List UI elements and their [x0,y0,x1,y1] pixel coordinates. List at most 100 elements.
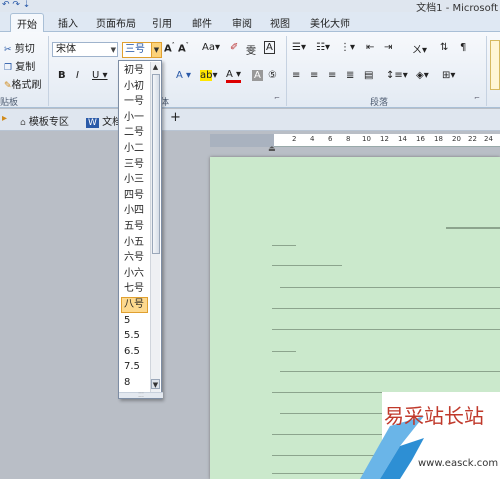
resize-grip[interactable]: ⁚⁚⁚ [119,392,163,399]
ruler-label: 2 [292,135,297,143]
quick-access-toolbar[interactable]: ↶ ↷ ⇣ [2,0,30,10]
justify-button[interactable]: ≣ [346,70,354,81]
ruler-label: 20 [452,135,461,143]
scrollbar-thumb[interactable] [152,74,160,254]
cut-button[interactable]: ✂ 剪切 [4,40,35,55]
highlight-button[interactable]: ab▾ [200,70,218,81]
font-size-option[interactable]: 六号 [119,250,150,266]
chinese-layout-button[interactable]: ㄨ▾ [412,41,427,56]
align-center-button[interactable]: ≡ [310,70,318,81]
ruler-label: 6 [328,135,333,143]
tab-page-layout[interactable]: 页面布局 [96,15,136,30]
text-effects-button[interactable]: A ▾ [176,70,191,81]
bold-button[interactable]: B [58,70,66,81]
tab-mailings[interactable]: 邮件 [192,15,212,30]
multilevel-list-button[interactable]: ⋮▾ [340,42,355,53]
align-left-button[interactable]: ≡ [292,70,300,81]
font-size-option[interactable]: 初号 [119,63,150,79]
font-size-option[interactable]: 6.5 [119,344,150,360]
divider [48,36,49,106]
sort-button[interactable]: ⇅ [440,42,448,53]
align-right-button[interactable]: ≡ [328,70,336,81]
tab-scroll-icon[interactable]: ▸ [2,113,7,124]
increase-indent-button[interactable]: ⇥ [384,42,392,53]
new-tab-button[interactable]: + [170,110,181,125]
decrease-indent-button[interactable]: ⇤ [366,42,374,53]
dropdown-scrollbar[interactable]: ▲ ▼ [150,62,160,397]
tab-review[interactable]: 审阅 [232,15,252,30]
char-border-icon[interactable]: A [264,41,275,54]
shading-button[interactable]: ◈▾ [416,70,429,81]
font-size-dropdown-button[interactable]: ▼ [151,42,162,58]
tab-document[interactable]: W 文档 [86,113,122,128]
font-size-option[interactable]: 七号 [119,281,150,297]
font-size-option[interactable]: 五号 [119,219,150,235]
font-size-option[interactable]: 小四 [119,203,150,219]
change-case-button[interactable]: Aa▾ [202,42,220,53]
shrink-font-button[interactable]: A˅ [178,42,189,54]
styles-gallery[interactable] [490,40,500,90]
font-size-option[interactable]: 四号 [119,188,150,204]
text-line [446,227,500,229]
font-color-button[interactable]: A ▾ [226,70,242,83]
font-size-option[interactable]: 小三 [119,172,150,188]
indent-marker-icon[interactable]: ⏏ [268,144,276,153]
ruler-label: 12 [380,135,389,143]
font-size-option[interactable]: 八号 [121,296,148,313]
distributed-button[interactable]: ▤ [364,70,373,81]
char-shading-icon[interactable]: A [252,70,263,81]
font-size-option[interactable]: 5 [119,313,150,329]
ruler-label: 24 [484,135,493,143]
font-size-option[interactable]: 小六 [119,266,150,282]
text-line [272,245,296,246]
tab-template-zone[interactable]: ⌂ 模板专区 [20,113,69,128]
encircle-char-icon[interactable]: ⑤ [268,70,277,81]
document-tabs-bar: ▸ ⌂ 模板专区 W 文档 + [0,109,500,131]
highlighter-icon: ab [200,70,213,81]
text-line [272,351,296,352]
template-tab-label: 模板专区 [28,117,69,128]
font-size-option[interactable]: 7.5 [119,359,150,375]
font-size-option[interactable]: 5.5 [119,328,150,344]
copy-button[interactable]: ❐ 复制 [4,58,35,73]
tab-beautify-master[interactable]: 美化大师 [310,15,350,30]
italic-button[interactable]: I [76,70,79,81]
font-size-combo[interactable]: 三号 [122,42,152,58]
watermark-logo: 易采站长站 www.easck.com [360,392,500,479]
line-spacing-button[interactable]: ↕≡▾ [386,70,408,81]
grow-font-button[interactable]: A˄ [164,42,175,54]
font-size-option[interactable]: 小二 [119,141,150,157]
bullets-button[interactable]: ☰▾ [292,42,306,53]
ruler-label: 8 [346,135,351,143]
font-size-option[interactable]: 小五 [119,235,150,251]
scissors-icon: ✂ [4,45,12,55]
ruler-label: 14 [398,135,407,143]
word-icon: W [86,118,99,128]
scroll-down-icon[interactable]: ▼ [151,379,160,389]
font-dialog-launcher-icon[interactable]: ⌐ [274,94,280,102]
text-line [272,265,342,266]
font-size-option[interactable]: 小一 [119,110,150,126]
font-size-option[interactable]: 二号 [119,125,150,141]
paragraph-dialog-launcher-icon[interactable]: ⌐ [474,94,480,102]
tab-references[interactable]: 引用 [152,15,172,30]
brush-icon: ✎ [4,81,12,91]
font-size-option[interactable]: 8 [119,375,150,391]
font-size-option[interactable]: 小初 [119,79,150,95]
clear-format-icon[interactable]: ✐ [230,42,238,53]
format-painter-button[interactable]: ✎格式刷 [4,76,42,91]
divider [486,36,487,106]
tab-insert[interactable]: 插入 [58,15,78,30]
chevron-down-icon[interactable]: ▼ [111,44,116,57]
font-size-option[interactable]: 三号 [119,157,150,173]
scroll-up-icon[interactable]: ▲ [151,62,160,72]
borders-button[interactable]: ⊞▾ [442,70,455,81]
font-size-option[interactable]: 一号 [119,94,150,110]
tab-view[interactable]: 视图 [270,15,290,30]
phonetic-guide-icon[interactable]: 雯 [246,42,256,57]
underline-button[interactable]: U ▾ [92,70,108,81]
numbering-button[interactable]: ☷▾ [316,42,330,53]
show-marks-button[interactable]: ¶ [460,42,466,53]
tab-home[interactable]: 开始 [10,13,44,33]
font-name-combo[interactable]: 宋体 ▼ [52,42,118,57]
